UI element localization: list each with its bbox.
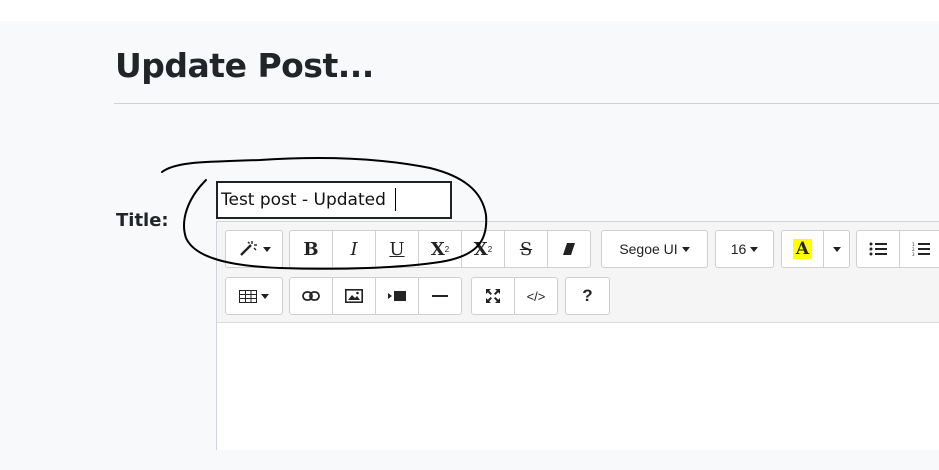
- underline-button[interactable]: U: [375, 230, 419, 268]
- table-group: [225, 277, 283, 315]
- unordered-list-button[interactable]: [856, 230, 900, 268]
- paragraph-group: 123: [856, 230, 939, 268]
- clear-format-button[interactable]: [547, 230, 591, 268]
- chevron-down-icon: [261, 293, 269, 299]
- title-input[interactable]: [216, 181, 452, 219]
- link-icon: [302, 291, 320, 301]
- magic-wand-icon: [240, 241, 257, 256]
- color-letter: A: [792, 239, 813, 259]
- superscript-mark: 2: [444, 244, 450, 254]
- svg-text:3: 3: [912, 252, 915, 256]
- subscript-button[interactable]: X2: [461, 230, 505, 268]
- chevron-down-icon: [832, 246, 841, 252]
- subscript-mark: 2: [487, 244, 493, 254]
- editor-content-area[interactable]: [217, 323, 939, 450]
- help-button[interactable]: ?: [565, 277, 610, 315]
- font-size-dropdown[interactable]: 16: [715, 230, 774, 268]
- divider: [114, 103, 939, 104]
- font-size-group: 16: [715, 230, 774, 268]
- chevron-down-icon: [681, 246, 690, 252]
- insert-group: [289, 277, 462, 315]
- font-name-group: Segoe UI: [601, 230, 708, 268]
- font-name-dropdown[interactable]: Segoe UI: [601, 230, 708, 268]
- expand-icon: [486, 289, 500, 303]
- subscript-label: X: [473, 238, 488, 260]
- style-group: [225, 230, 283, 268]
- video-icon: [388, 291, 406, 301]
- picture-icon: [345, 289, 363, 303]
- video-button[interactable]: [375, 277, 419, 315]
- page-title: Update Post...: [115, 46, 374, 85]
- superscript-button[interactable]: X2: [418, 230, 462, 268]
- editor-toolbar: B I U X2 X2 S Segoe UI 16 A 1 2 3 </> ?: [217, 222, 939, 323]
- table-dropdown-button[interactable]: [225, 277, 283, 315]
- font-style-group: B I U X2 X2 S: [289, 230, 591, 268]
- recent-color-button[interactable]: A: [781, 230, 824, 268]
- bullet-list-icon: [869, 242, 887, 256]
- font-size-label: 16: [730, 241, 747, 257]
- color-dropdown-button[interactable]: [823, 230, 850, 268]
- color-group: A: [781, 230, 850, 268]
- strikethrough-button[interactable]: S: [504, 230, 548, 268]
- ordered-list-button[interactable]: 123: [899, 230, 939, 268]
- text-cursor: [395, 188, 396, 211]
- style-dropdown-button[interactable]: [225, 230, 283, 268]
- bold-button[interactable]: B: [289, 230, 333, 268]
- superscript-label: X: [430, 238, 445, 260]
- italic-button[interactable]: I: [332, 230, 376, 268]
- help-group: ?: [565, 277, 610, 315]
- fullscreen-button[interactable]: [471, 277, 515, 315]
- horizontal-line-icon: [432, 295, 448, 297]
- code-view-button[interactable]: </>: [514, 277, 558, 315]
- chevron-down-icon: [750, 246, 759, 252]
- rich-text-editor[interactable]: B I U X2 X2 S Segoe UI 16 A 1 2 3 </> ?: [216, 221, 939, 450]
- view-group: </>: [471, 277, 558, 315]
- table-icon: [239, 289, 257, 303]
- font-name-label: Segoe UI: [619, 241, 678, 257]
- link-button[interactable]: [289, 277, 333, 315]
- horizontal-rule-button[interactable]: [418, 277, 462, 315]
- picture-button[interactable]: [332, 277, 376, 315]
- numbered-list-icon: 123: [912, 242, 930, 256]
- title-label: Title:: [116, 210, 169, 231]
- chevron-down-icon: [263, 246, 271, 252]
- eraser-icon: [563, 243, 575, 255]
